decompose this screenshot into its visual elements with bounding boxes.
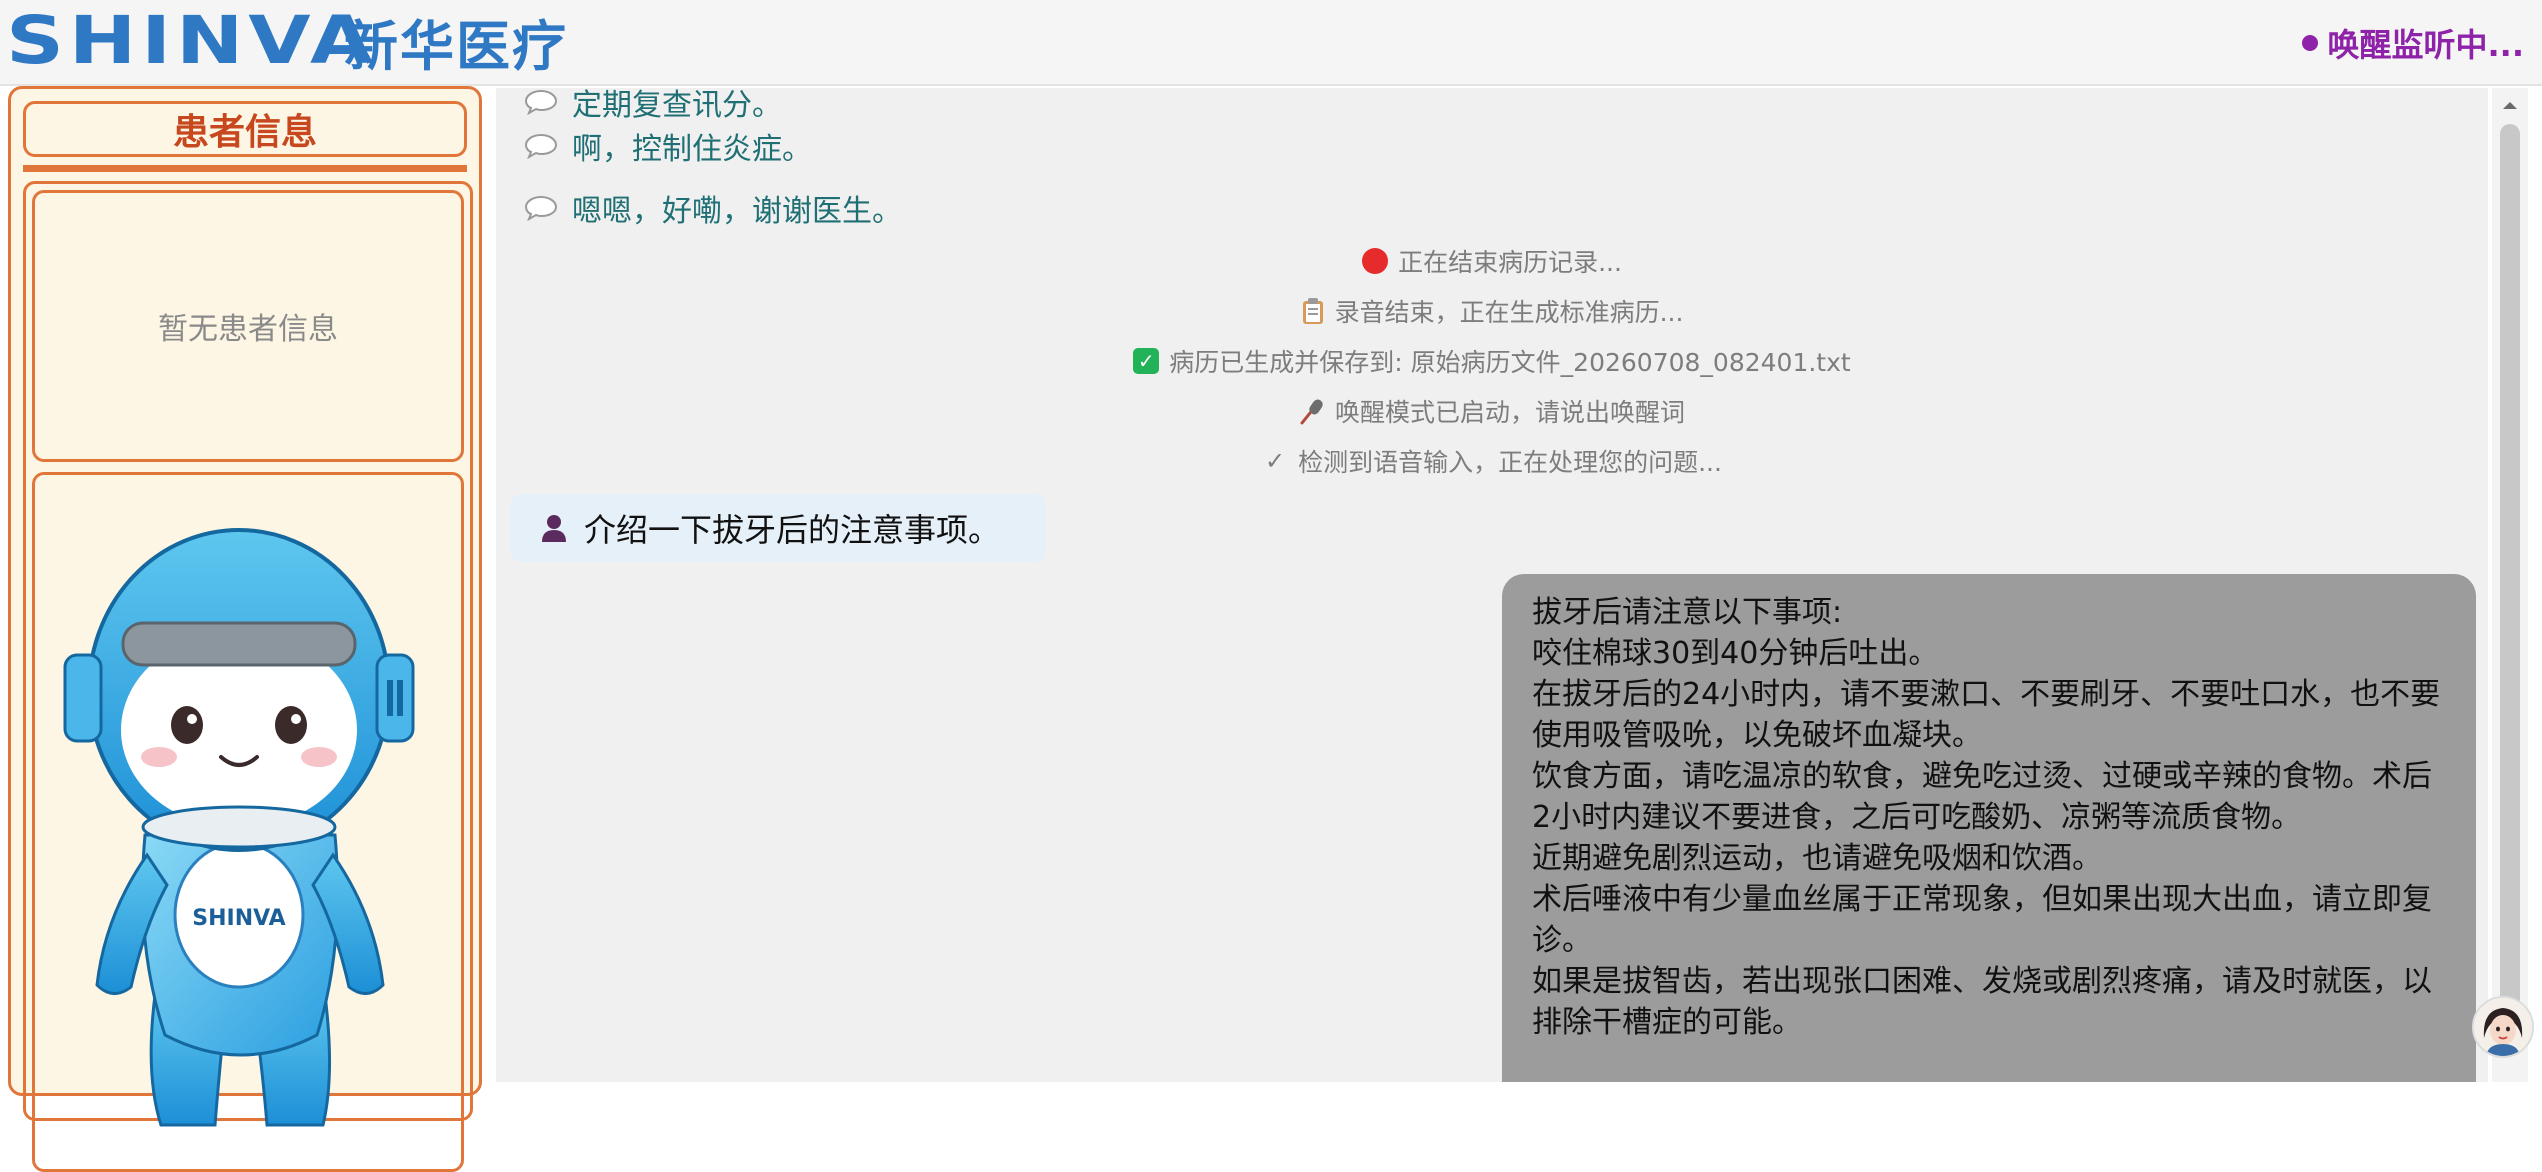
check-box-icon: ✓ [1133, 348, 1160, 374]
ai-answer-line: 近期避免剧烈运动，也请避免吸烟和饮酒。 [1532, 841, 2102, 876]
system-message: 正在结束病历记录... [496, 243, 2488, 279]
system-message: ✓ 病历已生成并保存到: 原始病历文件_20260708_082401.txt [496, 343, 2488, 379]
mascot-chest-label: SHINVA [192, 906, 285, 931]
check-mark-icon: ✓ [1265, 447, 1286, 475]
user-question-text: 介绍一下拔牙后的注意事项。 [584, 511, 1001, 549]
patient-message-text: 啊，控制住炎症。 [572, 132, 812, 167]
app-header: SHINVA 新华医疗 唤醒监听中... [0, 0, 2542, 86]
system-message-text: 病历已生成并保存到: 原始病历文件_20260708_082401.txt [1169, 348, 1851, 377]
scroll-thumb[interactable] [2500, 124, 2520, 1014]
patient-message: 啊，控制住炎症。 [524, 124, 812, 168]
assistant-avatar[interactable] [2472, 996, 2534, 1058]
brand-logo: SHINVA 新华医疗 [6, 4, 568, 78]
patient-sidebar: 患者信息 暂无患者信息 SHINVA [8, 86, 482, 1172]
system-message-text: 唤醒模式已启动，请说出唤醒词 [1334, 398, 1685, 427]
ai-answer-line: 如果是拔智齿，若出现张口困难、发烧或剧烈疼痛，请及时就医，以排除干槽症的可能。 [1532, 964, 2432, 1040]
system-message: 唤醒模式已启动，请说出唤醒词 [496, 393, 2488, 429]
wake-status: 唤醒监听中... [2301, 20, 2524, 66]
title-divider [23, 165, 467, 172]
speech-bubble-icon [524, 195, 558, 221]
patient-info-title: 患者信息 [23, 101, 467, 157]
no-patient-text: 暂无患者信息 [158, 312, 338, 347]
ai-answer-line: 在拔牙后的24小时内，请不要漱口、不要刷牙、不要吐口水，也不要使用吸管吸吮，以免… [1532, 677, 2441, 753]
system-message-text: 检测到语音输入，正在处理您的问题... [1298, 448, 1722, 477]
patient-message-text: 定期复查讯分。 [572, 88, 782, 123]
patient-panel: 暂无患者信息 SHINVA [23, 181, 473, 1172]
clipboard-icon [1302, 298, 1323, 324]
ai-answer-bubble: 拔牙后请注意以下事项: 咬住棉球30到40分钟后吐出。 在拔牙后的24小时内，请… [1502, 574, 2476, 1082]
ai-answer-line: 饮食方面，请吃温凉的软食，避免吃过烫、过硬或辛辣的食物。术后2小时内建议不要进食… [1532, 759, 2432, 835]
system-message: ✓ 检测到语音输入，正在处理您的问题... [496, 443, 2488, 479]
chat-history[interactable]: 定期复查讯分。 啊，控制住炎症。 嗯嗯，好嘞，谢谢医生。 正在结束病历记录...… [496, 88, 2488, 1082]
patient-message: 定期复查讯分。 [524, 88, 782, 124]
wake-status-text: 唤醒监听中... [2327, 26, 2524, 64]
status-dot-icon [2301, 35, 2318, 51]
red-dot-icon [1362, 248, 1389, 274]
system-message-text: 正在结束病历记录... [1398, 248, 1622, 277]
microphone-icon [1300, 399, 1323, 425]
patient-info-box: 暂无患者信息 [32, 190, 464, 462]
ai-answer-line: 术后唾液中有少量血丝属于正常现象，但如果出现大出血，请立即复诊。 [1532, 882, 2432, 958]
patient-message-text: 嗯嗯，好嘞，谢谢医生。 [572, 194, 902, 229]
mascot-robot-icon: SHINVA [63, 528, 415, 1127]
assistant-avatar-icon [2474, 998, 2532, 1056]
chevron-up-icon [2503, 102, 2517, 109]
system-message: 录音结束，正在生成标准病历... [496, 293, 2488, 329]
user-question-bubble: 介绍一下拔牙后的注意事项。 [510, 494, 1047, 562]
patient-message: 嗯嗯，好嘞，谢谢医生。 [524, 186, 902, 230]
logo-en: SHINVA [6, 2, 378, 79]
ai-answer-line: 咬住棉球30到40分钟后吐出。 [1532, 636, 1939, 671]
speech-bubble-icon [524, 133, 558, 159]
ai-answer-line: 拔牙后请注意以下事项: [1532, 595, 1843, 630]
system-message-text: 录音结束，正在生成标准病历... [1334, 298, 1684, 327]
speech-bubble-icon [524, 89, 558, 115]
mascot-panel: SHINVA [32, 472, 464, 1172]
user-icon [542, 515, 566, 542]
scroll-up-button[interactable] [2492, 88, 2528, 122]
chat-scrollbar[interactable] [2492, 88, 2528, 1082]
